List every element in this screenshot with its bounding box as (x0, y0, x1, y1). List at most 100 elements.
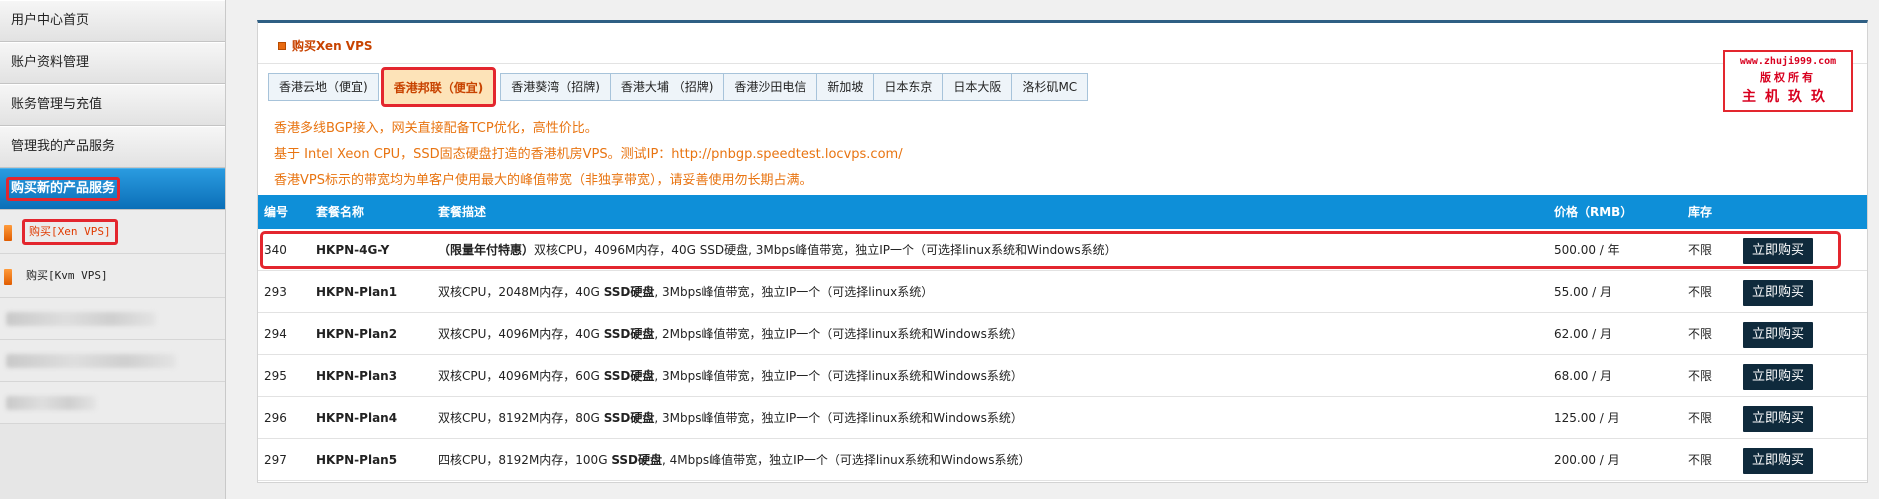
panel-title-text: 购买Xen VPS (292, 39, 373, 53)
sidebar-item-account-profile[interactable]: 账户资料管理 (0, 42, 225, 84)
plan-price: 68.00 / 月 (1554, 369, 1613, 383)
plan-name: HKPN-4G-Y (316, 243, 390, 257)
plan-desc-text: 双核CPU，4096M内存，40G (438, 327, 604, 341)
table-row: 294 HKPN-Plan2 双核CPU，4096M内存，40G SSD硬盘, … (258, 313, 1867, 355)
sidebar-item-label: 管理我的产品服务 (11, 139, 116, 154)
tab-hk-dapu[interactable]: 香港大埔 （招牌) (609, 73, 725, 101)
sidebar: 用户中心首页 账户资料管理 账务管理与充值 管理我的产品服务 购买新的产品服务 … (0, 0, 226, 499)
watermark-copyright: 版权所有 (1760, 71, 1816, 84)
plan-name: HKPN-Plan4 (316, 411, 398, 425)
plan-price: 200.00 / 月 (1554, 453, 1620, 467)
plan-desc: 双核CPU，2048M内存，40G SSD硬盘, 3Mbps峰值带宽，独立IP一… (438, 271, 933, 313)
table-row: 293 HKPN-Plan1 双核CPU，2048M内存，40G SSD硬盘, … (258, 271, 1867, 313)
header-id: 编号 (264, 205, 289, 219)
tab-hk-kuiwan[interactable]: 香港葵湾（招牌) (500, 73, 611, 101)
plan-name: HKPN-Plan2 (316, 327, 398, 341)
sidebar-subitem-label: 购买[Xen VPS] (22, 219, 118, 245)
plan-desc: 四核CPU，8192M内存，100G SSD硬盘, 4Mbps峰值带宽，独立IP… (438, 439, 1030, 481)
plan-name: HKPN-Plan1 (316, 285, 398, 299)
plan-notes: 香港多线BGP接入，网关直接配备TCP优化，高性价比。 基于 Intel Xeo… (274, 116, 903, 194)
note-line: 香港多线BGP接入，网关直接配备TCP优化，高性价比。 (274, 121, 598, 136)
buy-now-button[interactable]: 立即购买 (1743, 279, 1814, 306)
plan-id: 293 (264, 285, 287, 299)
table-row: 340 HKPN-4G-Y （限量年付特惠）双核CPU，4096M内存，40G … (258, 229, 1867, 271)
sidebar-subitem-buy-xen-vps[interactable]: 购买[Xen VPS] (0, 210, 225, 254)
plan-desc: 双核CPU，4096M内存，40G SSD硬盘, 2Mbps峰值带宽，独立IP一… (438, 313, 1023, 355)
table-row: 295 HKPN-Plan3 双核CPU，4096M内存，60G SSD硬盘, … (258, 355, 1867, 397)
tab-los-angeles-mc[interactable]: 洛杉矶MC (1011, 73, 1089, 101)
plan-stock: 不限 (1688, 243, 1713, 257)
plan-desc-text: , 4Mbps峰值带宽，独立IP一个（可选择linux系统和Windows系统） (662, 453, 1031, 467)
tab-osaka[interactable]: 日本大阪 (942, 73, 1013, 101)
table-row: 297 HKPN-Plan5 四核CPU，8192M内存，100G SSD硬盘,… (258, 439, 1867, 481)
sidebar-subitem-label: 购买[Kvm VPS] (26, 269, 108, 282)
header-name: 套餐名称 (316, 205, 365, 219)
plan-desc-text: 四核CPU，8192M内存，100G (438, 453, 612, 467)
buy-now-cell: 立即购买 (1743, 271, 1814, 313)
blurred-sidebar-item[interactable] (0, 340, 225, 382)
plan-id: 340 (264, 243, 287, 257)
buy-now-button[interactable]: 立即购买 (1743, 321, 1814, 348)
sidebar-item-label: 购买新的产品服务 (6, 177, 121, 201)
plan-id: 294 (264, 327, 287, 341)
buy-now-cell: 立即购买 (1743, 313, 1814, 355)
tab-hk-shatin-telecom[interactable]: 香港沙田电信 (723, 73, 818, 101)
header-price: 价格（RMB） (1554, 205, 1633, 219)
note-line: 香港VPS标示的带宽均为单客户使用最大的峰值带宽（非独享带宽），请妥善使用勿长期… (274, 173, 813, 188)
buy-now-button[interactable]: 立即购买 (1743, 237, 1814, 264)
plan-desc-ssd: SSD硬盘 (611, 453, 663, 467)
title-bullet-icon (278, 42, 286, 50)
plan-desc-ssd: SSD硬盘 (603, 285, 655, 299)
sidebar-item-billing[interactable]: 账务管理与充值 (0, 84, 225, 126)
plan-stock: 不限 (1688, 411, 1713, 425)
tab-singapore[interactable]: 新加坡 (816, 73, 875, 101)
main-panel: 购买Xen VPS 香港云地（便宜) 香港邦联（便宜) 香港葵湾（招牌) 香港大… (257, 20, 1868, 483)
table-header: 编号 套餐名称 套餐描述 价格（RMB） 库存 (258, 195, 1867, 229)
active-marker-icon (4, 225, 12, 241)
buy-now-button[interactable]: 立即购买 (1743, 363, 1814, 390)
header-stock: 库存 (1688, 205, 1713, 219)
plan-desc-text: , 3Mbps峰值带宽，独立IP一个（可选择linux系统和Windows系统） (654, 411, 1023, 425)
table-row: 296 HKPN-Plan4 双核CPU，8192M内存，80G SSD硬盘, … (258, 397, 1867, 439)
plan-promo-tag: （限量年付特惠） (438, 243, 535, 257)
plan-name: HKPN-Plan3 (316, 369, 398, 383)
plan-desc-text: , 3Mbps峰值带宽，独立IP一个（可选择linux系统） (654, 285, 934, 299)
sidebar-item-home[interactable]: 用户中心首页 (0, 0, 225, 42)
buy-now-cell: 立即购买 (1743, 229, 1814, 271)
plan-desc: 双核CPU，4096M内存，60G SSD硬盘, 3Mbps峰值带宽，独立IP一… (438, 355, 1023, 397)
plan-id: 296 (264, 411, 287, 425)
buy-now-button[interactable]: 立即购买 (1743, 447, 1814, 474)
plan-desc: 双核CPU，8192M内存，80G SSD硬盘, 3Mbps峰值带宽，独立IP一… (438, 397, 1023, 439)
plan-desc-ssd: SSD硬盘 (603, 369, 655, 383)
tab-hk-yundi[interactable]: 香港云地（便宜) (268, 73, 379, 101)
plan-desc-ssd: SSD硬盘 (603, 411, 655, 425)
divider (258, 63, 1867, 64)
tab-tokyo[interactable]: 日本东京 (873, 73, 944, 101)
buy-now-button[interactable]: 立即购买 (1743, 405, 1814, 432)
sidebar-subitem-buy-kvm-vps[interactable]: 购买[Kvm VPS] (0, 254, 225, 298)
plan-desc-text: 双核CPU，2048M内存，40G (438, 285, 604, 299)
plan-price: 500.00 / 年 (1554, 243, 1620, 257)
note-line: 基于 Intel Xeon CPU，SSD固态硬盘打造的香港机房VPS。测试IP… (274, 147, 903, 162)
plan-desc-text: 双核CPU，8192M内存，80G (438, 411, 604, 425)
plan-desc-ssd: SSD硬盘 (603, 327, 655, 341)
blurred-sidebar-item[interactable] (0, 382, 225, 424)
sidebar-item-manage-products[interactable]: 管理我的产品服务 (0, 126, 225, 168)
buy-now-cell: 立即购买 (1743, 397, 1814, 439)
sidebar-item-buy-products[interactable]: 购买新的产品服务 (0, 168, 225, 210)
plans-table: 编号 套餐名称 套餐描述 价格（RMB） 库存 340 HKPN-4G-Y （限… (258, 195, 1867, 481)
watermark-stamp: www.zhuji999.com 版权所有 主机玖玖 (1723, 50, 1853, 112)
panel-title: 购买Xen VPS (278, 37, 373, 54)
plan-desc-text: 双核CPU，4096M内存，40G SSD硬盘, 3Mbps峰值带宽，独立IP一… (534, 243, 1117, 257)
blurred-sidebar-item[interactable] (0, 298, 225, 340)
plan-id: 295 (264, 369, 287, 383)
plan-price: 62.00 / 月 (1554, 327, 1613, 341)
plan-desc-text: , 3Mbps峰值带宽，独立IP一个（可选择linux系统和Windows系统） (654, 369, 1023, 383)
tab-hk-banglian[interactable]: 香港邦联（便宜) (380, 67, 497, 107)
watermark-brand: 主机玖玖 (1742, 89, 1834, 105)
plan-stock: 不限 (1688, 285, 1713, 299)
buy-now-cell: 立即购买 (1743, 439, 1814, 481)
sidebar-item-label: 账户资料管理 (11, 55, 90, 70)
header-desc: 套餐描述 (438, 205, 487, 219)
plan-id: 297 (264, 453, 287, 467)
